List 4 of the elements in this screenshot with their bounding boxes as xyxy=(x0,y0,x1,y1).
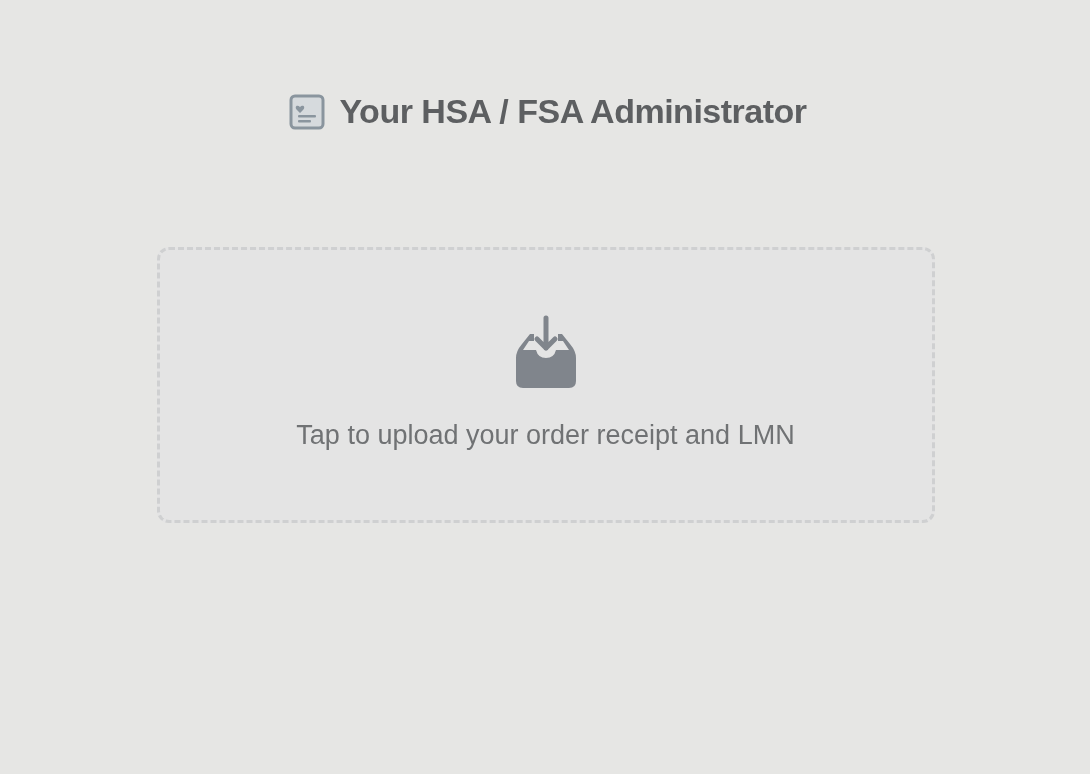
upload-instructions: Tap to upload your order receipt and LMN xyxy=(296,420,795,451)
upload-area[interactable]: Tap to upload your order receipt and LMN xyxy=(156,247,935,523)
card-icon xyxy=(289,93,326,130)
page-title: Your HSA / FSA Administrator xyxy=(339,92,807,131)
